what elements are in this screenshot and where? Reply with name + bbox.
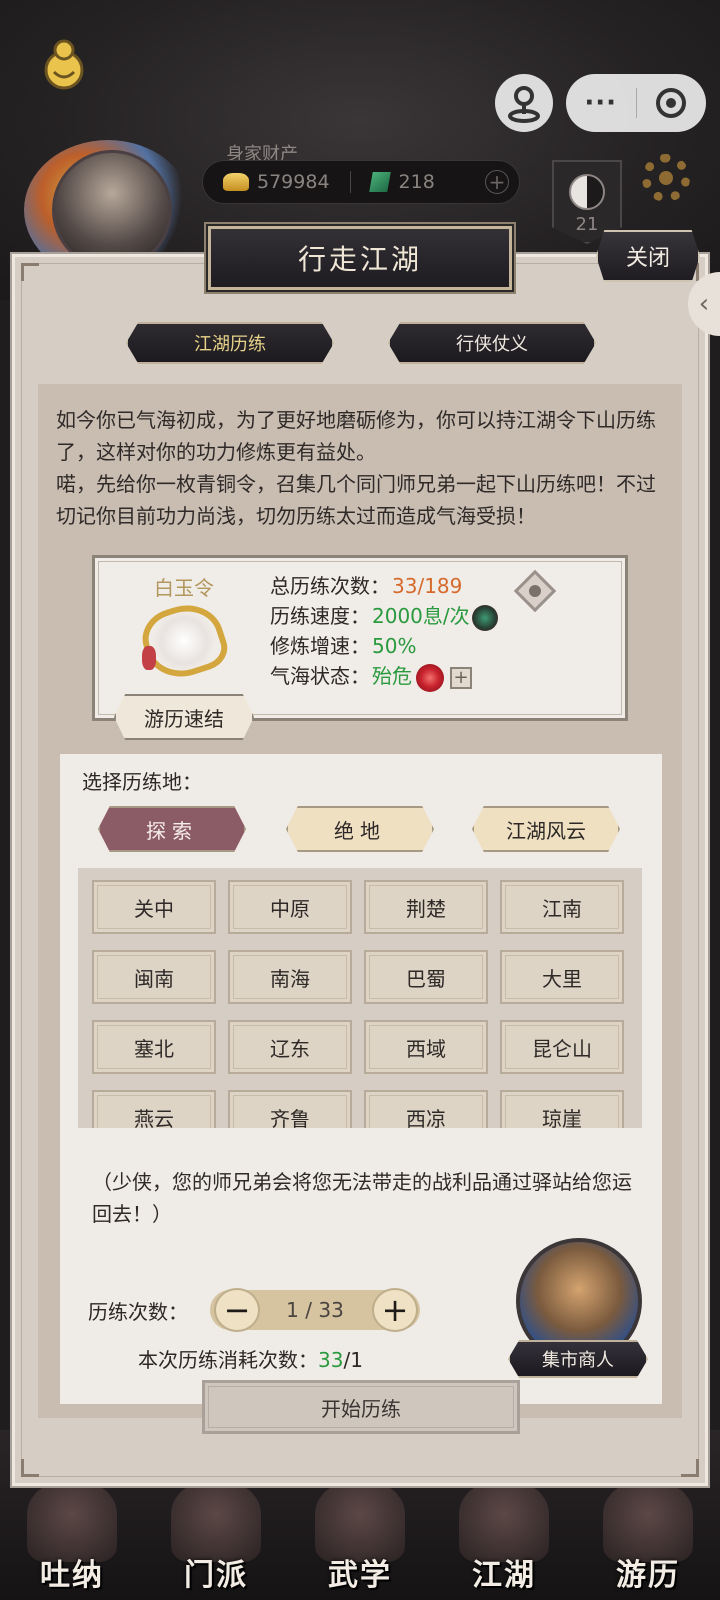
panel-title: 行走江湖 bbox=[208, 226, 512, 290]
jade-icon bbox=[368, 172, 391, 192]
location-button[interactable]: 关中 bbox=[92, 880, 216, 934]
nav-label: 武学 bbox=[328, 1558, 392, 1593]
more-menu-button[interactable]: ··· bbox=[566, 88, 636, 118]
speed-badge-icon bbox=[471, 604, 498, 631]
story-paragraph: 喏，先给你一枚青铜令，召集几个同门师兄弟一起下山历练吧！不过切记你目前功力尚浅，… bbox=[56, 472, 656, 528]
quick-finish-button[interactable]: 游历速结 bbox=[114, 694, 254, 740]
stat-speed: 历练速度： 2000息/次 bbox=[270, 600, 498, 631]
silver-ingot-icon bbox=[223, 173, 249, 191]
location-button[interactable]: 江南 bbox=[500, 880, 624, 934]
location-button[interactable]: 大里 bbox=[500, 950, 624, 1004]
decrease-button[interactable]: − bbox=[214, 1288, 260, 1332]
location-button[interactable]: 西凉 bbox=[364, 1090, 488, 1128]
gear-icon[interactable] bbox=[642, 154, 690, 202]
location-button[interactable]: 荆楚 bbox=[364, 880, 488, 934]
nav-martial[interactable]: 武学 bbox=[305, 1474, 415, 1594]
close-button[interactable]: 关闭 bbox=[596, 230, 700, 282]
miniprogram-share-button[interactable] bbox=[495, 74, 553, 132]
nav-travel[interactable]: 游历 bbox=[593, 1474, 703, 1594]
stat-value: 50% bbox=[372, 634, 417, 658]
nav-jianghu[interactable]: 江湖 bbox=[449, 1474, 559, 1594]
training-count-label: 历练次数： bbox=[88, 1300, 188, 1324]
category-explore[interactable]: 探索 bbox=[98, 806, 246, 852]
stat-value: 2000息/次 bbox=[372, 604, 470, 628]
stat-label: 总历练次数： bbox=[270, 574, 390, 598]
jade-amount: 218 bbox=[398, 171, 435, 193]
location-button[interactable]: 中原 bbox=[228, 880, 352, 934]
record-icon bbox=[656, 88, 687, 118]
nav-label: 江湖 bbox=[472, 1558, 536, 1593]
stat-label: 气海状态： bbox=[270, 664, 370, 688]
nav-label: 吐纳 bbox=[40, 1558, 104, 1593]
stat-label: 修炼增速： bbox=[270, 634, 370, 658]
location-button[interactable]: 西域 bbox=[364, 1020, 488, 1074]
nav-tuna[interactable]: 吐纳 bbox=[17, 1474, 127, 1594]
token-name: 白玉令 bbox=[154, 576, 214, 600]
stat-value: 殆危 bbox=[372, 664, 412, 688]
location-button[interactable]: 巴蜀 bbox=[364, 950, 488, 1004]
stat-total-count: 总历练次数： 33/189 bbox=[270, 570, 462, 599]
consume-label: 本次历练消耗次数： bbox=[138, 1348, 318, 1372]
nav-label: 门派 bbox=[184, 1558, 248, 1593]
select-location-label: 选择历练地： bbox=[82, 770, 202, 794]
wealth-bar: 579984 218 + bbox=[202, 160, 520, 204]
story-paragraph: 如今你已气海初成，为了更好地磨砺修为，你可以持江湖令下山历练了，这样对你的功力修… bbox=[56, 408, 656, 464]
location-grid-scroll[interactable]: 关中 中原 荆楚 江南 闽南 南海 巴蜀 大里 塞北 辽东 西域 昆仑山 燕云 … bbox=[78, 868, 642, 1128]
location-button[interactable]: 燕云 bbox=[92, 1090, 216, 1128]
location-button[interactable]: 辽东 bbox=[228, 1020, 352, 1074]
consume-suffix: /1 bbox=[343, 1348, 363, 1372]
stat-label: 历练速度： bbox=[270, 604, 370, 628]
panel-tabs: 江湖历练 行侠仗义 bbox=[0, 322, 720, 364]
location-button[interactable]: 昆仑山 bbox=[500, 1020, 624, 1074]
location-button[interactable]: 齐鲁 bbox=[228, 1090, 352, 1128]
stat-cultivation: 修炼增速： 50% bbox=[270, 630, 416, 659]
location-button[interactable]: 塞北 bbox=[92, 1020, 216, 1074]
location-button[interactable]: 南海 bbox=[228, 950, 352, 1004]
consume-value: 33 bbox=[318, 1348, 344, 1372]
consume-info: 本次历练消耗次数：33/1 bbox=[138, 1344, 363, 1373]
player-avatar[interactable] bbox=[52, 150, 172, 270]
corner-ornament bbox=[681, 1459, 699, 1477]
nav-sect[interactable]: 门派 bbox=[161, 1474, 271, 1594]
wealth-divider bbox=[349, 171, 351, 193]
taiji-icon bbox=[569, 174, 605, 210]
nav-label: 游历 bbox=[616, 1558, 680, 1593]
category-jianghu-events[interactable]: 江湖风云 bbox=[472, 806, 620, 852]
loot-notice: （少侠，您的师兄弟会将您无法带走的战利品通过驿站给您运回去！） bbox=[92, 1170, 632, 1226]
start-training-button[interactable]: 开始历练 bbox=[202, 1380, 520, 1434]
corner-ornament bbox=[21, 263, 39, 281]
miniprogram-capsule: ··· bbox=[566, 74, 706, 132]
silver-amount: 579984 bbox=[257, 171, 330, 193]
category-danger-zone[interactable]: 绝地 bbox=[286, 806, 434, 852]
restore-qi-button[interactable]: + bbox=[450, 666, 472, 689]
exit-miniprogram-button[interactable] bbox=[637, 88, 707, 118]
training-count-value: 1 / 33 bbox=[286, 1298, 344, 1322]
stat-value: 33/189 bbox=[392, 574, 463, 598]
market-merchant-button[interactable]: 集市商人 bbox=[508, 1340, 648, 1378]
bottom-nav: 吐纳 门派 武学 江湖 游历 bbox=[0, 1470, 720, 1600]
tassel-icon bbox=[142, 646, 156, 670]
location-button[interactable]: 琼崖 bbox=[500, 1090, 624, 1128]
location-grid: 关中 中原 荆楚 江南 闽南 南海 巴蜀 大里 塞北 辽东 西域 昆仑山 燕云 … bbox=[92, 880, 624, 1128]
qi-danger-icon bbox=[416, 663, 444, 692]
story-text: 如今你已气海初成，为了更好地磨砺修为，你可以持江湖令下山历练了，这样对你的功力修… bbox=[56, 404, 672, 532]
location-button[interactable]: 闽南 bbox=[92, 950, 216, 1004]
realm-level: 21 bbox=[575, 214, 599, 235]
gourd-icon[interactable] bbox=[40, 38, 88, 90]
corner-ornament bbox=[21, 1459, 39, 1477]
add-currency-button[interactable]: + bbox=[485, 170, 509, 194]
stat-qi-status: 气海状态： 殆危 + bbox=[270, 660, 472, 692]
tab-chivalry[interactable]: 行侠仗义 bbox=[388, 322, 596, 364]
increase-button[interactable]: + bbox=[372, 1288, 418, 1332]
tab-jianghu-training[interactable]: 江湖历练 bbox=[126, 322, 334, 364]
